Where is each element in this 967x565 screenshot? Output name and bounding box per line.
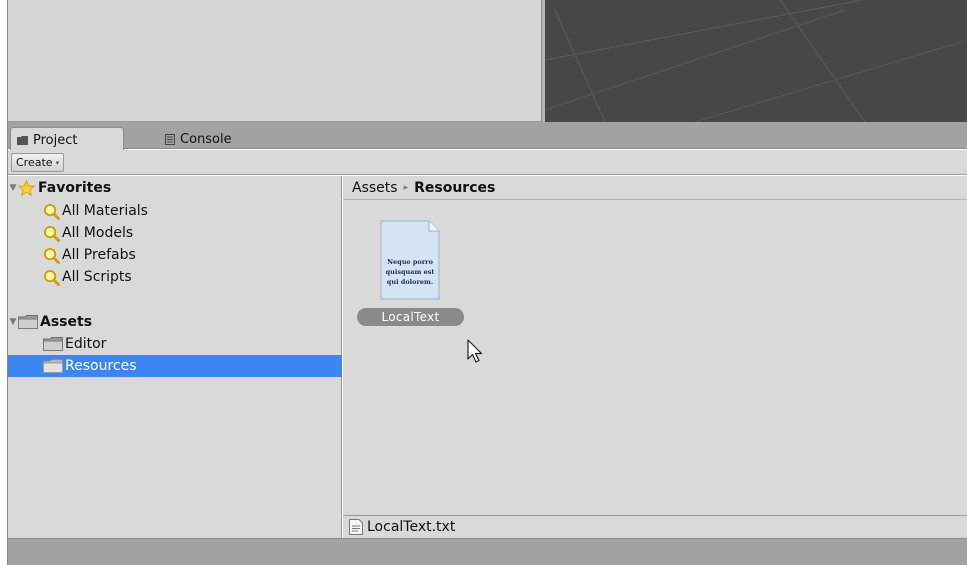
create-button-label: Create (16, 156, 53, 169)
search-icon (43, 269, 60, 286)
favorite-item[interactable]: All Prefabs (8, 244, 342, 266)
tree-item-editor[interactable]: Editor (8, 333, 342, 355)
favorite-item-label: All Materials (62, 203, 148, 219)
asset-name-label[interactable]: LocalText (357, 308, 464, 326)
console-icon (165, 133, 175, 145)
tab-project[interactable]: Project (10, 127, 124, 150)
text-file-icon (349, 519, 363, 535)
preview-line: qui dolorem. (387, 278, 433, 286)
favorite-item[interactable]: All Materials (8, 200, 342, 222)
project-tree: ▼ Favorites All Materials All Models All… (8, 176, 342, 538)
favorite-item[interactable]: All Scripts (8, 266, 342, 288)
tab-console-label: Console (180, 131, 232, 147)
folder-icon (43, 337, 63, 351)
text-file-icon[interactable]: Neque porro quisquam est qui dolorem. (380, 220, 440, 300)
create-button[interactable]: Create ▾ (11, 153, 65, 172)
folder-icon (43, 359, 63, 373)
favorite-item-label: All Models (62, 225, 134, 241)
mouse-cursor-icon (467, 339, 483, 363)
selected-file-name: LocalText.txt (367, 519, 456, 535)
folder-icon (18, 315, 38, 329)
breadcrumb-root[interactable]: Assets (352, 180, 398, 196)
chevron-down-icon: ▾ (55, 158, 60, 167)
tree-item-label: Resources (65, 358, 137, 374)
project-toolbar: Create ▾ (8, 150, 967, 175)
search-icon (43, 203, 60, 220)
scene-grid (545, 0, 967, 122)
expand-arrow-icon[interactable]: ▼ (8, 317, 18, 327)
bottom-status-bar (8, 538, 967, 565)
scene-view[interactable] (545, 0, 967, 122)
tree-assets[interactable]: ▼ Assets (8, 311, 342, 333)
tree-item-resources[interactable]: Resources (8, 355, 342, 377)
unity-editor: Project Console Create ▾ ▼ Favorites All… (7, 0, 967, 565)
selected-file-bar: LocalText.txt (343, 515, 967, 538)
assets-label: Assets (40, 314, 93, 330)
favorite-item[interactable]: All Models (8, 222, 342, 244)
breadcrumb-current: Resources (414, 179, 496, 196)
tab-bar: Project Console (8, 122, 967, 150)
search-icon (43, 225, 60, 242)
favorite-item-label: All Scripts (62, 269, 132, 285)
preview-line: Neque porro (387, 258, 433, 266)
breadcrumb-separator-icon: ▸ (403, 182, 409, 193)
breadcrumb: Assets ▸ Resources (343, 176, 967, 200)
folder-icon (17, 135, 28, 145)
tree-favorites[interactable]: ▼ Favorites (8, 177, 342, 199)
tab-project-label: Project (33, 132, 78, 148)
expand-arrow-icon[interactable]: ▼ (8, 183, 18, 193)
favorite-item-label: All Prefabs (62, 247, 136, 263)
top-left-panel (8, 0, 541, 122)
preview-line: quisquam est (386, 268, 435, 276)
asset-browser[interactable]: Assets ▸ Resources Neque porro quisquam … (343, 176, 967, 538)
tree-item-label: Editor (65, 336, 107, 352)
star-icon (18, 179, 35, 196)
tab-console[interactable]: Console (158, 127, 238, 149)
favorites-label: Favorites (38, 180, 112, 196)
search-icon (43, 247, 60, 264)
